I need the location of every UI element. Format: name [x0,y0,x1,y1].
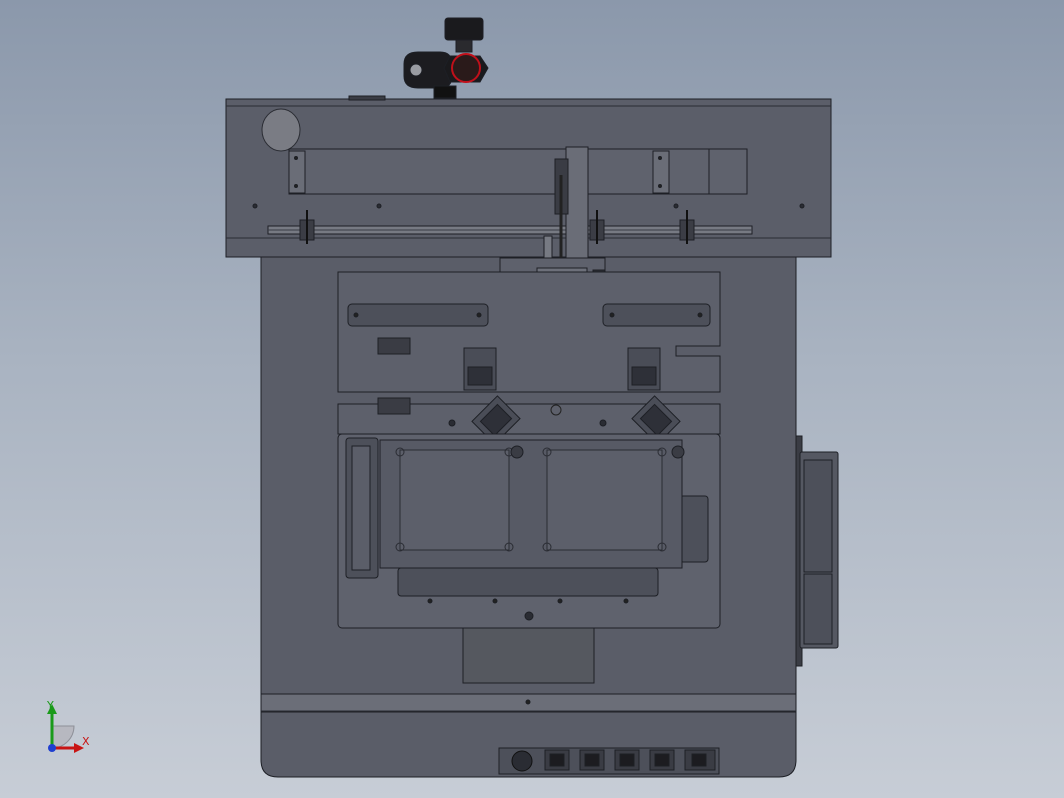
side-cabinet [795,435,839,667]
cad-viewport[interactable]: Y X [0,0,1064,798]
right-slide [602,303,711,327]
tray-left [399,449,510,551]
round-knob-icon [511,750,533,772]
right-clamp-bar [679,495,709,563]
tray-frame [379,439,685,569]
x-axis-label: X [82,735,90,748]
collection-box [462,627,595,684]
control-panel [498,747,720,775]
header-round-cap [261,108,301,152]
y-axis-label: Y [47,699,54,712]
front-bar [397,567,659,597]
left-clamp-upper [463,347,497,391]
upper-plate [337,271,721,393]
pressure-regulator [348,17,489,101]
tray-right [546,449,663,551]
right-clamp-upper [627,347,661,391]
machine-model[interactable] [0,0,1064,798]
left-slide [347,303,489,327]
linear-guide-housing [288,148,748,195]
